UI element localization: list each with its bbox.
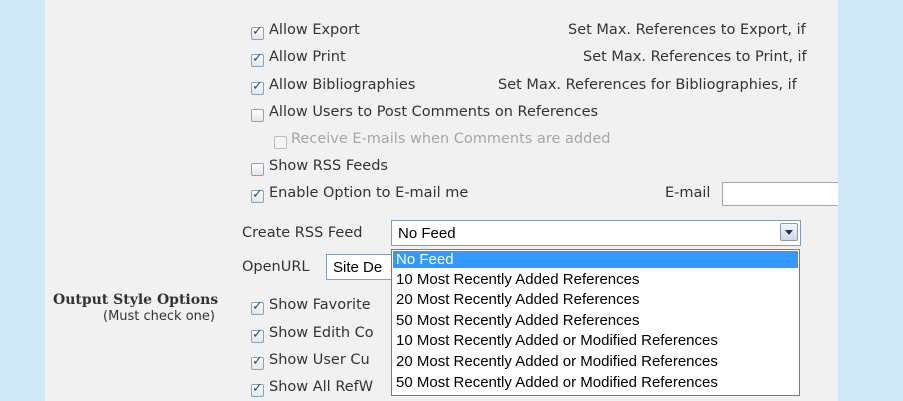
allow-export-checkbox[interactable] [251,24,264,40]
email-label: E-mail [665,185,711,201]
rss-feed-select[interactable]: No Feed [391,220,801,246]
rss-feed-option[interactable]: 20 Most Recently Added or Modified Refer… [393,353,798,370]
chevron-down-icon[interactable] [780,223,798,241]
allow-comments-label: Allow Users to Post Comments on Referenc… [269,104,599,120]
enable-email-checkbox[interactable] [251,187,264,203]
openurl-value: Site De [333,259,383,276]
allow-bibliographies-label: Allow Bibliographies [269,77,416,93]
output-style-title: Output Style Options [53,292,219,308]
enable-email-label: Enable Option to E-mail me [269,185,469,201]
max-bibliographies-label: Set Max. References for Bibliographies, … [498,77,797,93]
rss-feed-selected: No Feed [398,225,456,242]
allow-print-label: Allow Print [269,49,346,65]
rss-feed-option[interactable]: 50 Most Recently Added References [393,312,798,329]
rss-feed-option[interactable]: 50 Most Recently Added or Modified Refer… [393,374,798,391]
allow-export-label: Allow Export [269,22,360,38]
allow-bibliographies-checkbox[interactable] [251,79,264,95]
rss-feed-dropdown-list[interactable]: No Feed 10 Most Recently Added Reference… [391,249,800,396]
allow-comments-checkbox[interactable] [251,109,264,122]
email-input[interactable] [722,182,838,206]
rss-feed-label: Create RSS Feed [242,225,363,241]
output-style-label: Show Edith Co [269,325,374,341]
max-export-label: Set Max. References to Export, if [568,22,806,38]
output-style-checkbox[interactable] [251,381,264,397]
receive-emails-checkbox[interactable] [274,136,287,149]
output-style-label: Show All RefW [269,379,374,395]
rss-feed-option[interactable]: 10 Most Recently Added References [393,271,798,288]
output-style-checkbox[interactable] [251,327,264,343]
openurl-label: OpenURL [242,259,310,275]
rss-feed-option[interactable]: 20 Most Recently Added References [393,291,798,308]
rss-feed-option[interactable]: 10 Most Recently Added or Modified Refer… [393,332,798,349]
allow-print-checkbox[interactable] [251,51,264,67]
openurl-select[interactable]: Site De [326,254,396,280]
show-rss-checkbox[interactable] [251,163,264,176]
rss-feed-option[interactable]: No Feed [393,251,798,268]
output-style-label: Show User Cu [269,352,370,368]
output-style-checkbox[interactable] [251,299,264,315]
output-style-subtitle: (Must check one) [103,309,215,324]
output-style-checkbox[interactable] [251,354,264,370]
show-rss-label: Show RSS Feeds [269,158,388,174]
receive-emails-label: Receive E-mails when Comments are added [291,131,611,147]
output-style-label: Show Favorite [269,297,371,313]
max-print-label: Set Max. References to Print, if [583,49,807,65]
